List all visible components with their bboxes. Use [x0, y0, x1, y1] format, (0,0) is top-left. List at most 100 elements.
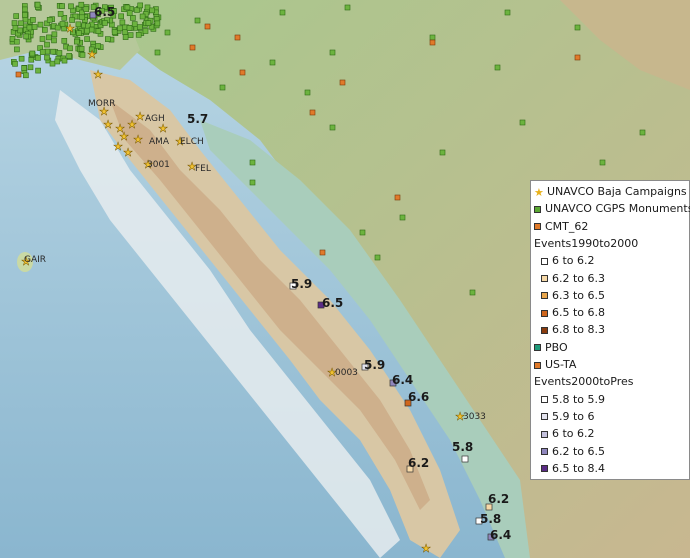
site-label: GAIR: [24, 255, 47, 265]
cgps-marker: [27, 64, 34, 71]
magnitude-label: 5.9: [364, 358, 386, 372]
site-label: 3001: [147, 160, 170, 170]
cgps-marker: [639, 129, 646, 136]
cgps-marker: [219, 84, 226, 91]
cgps-marker: [57, 11, 64, 17]
cgps-marker: [118, 13, 124, 20]
cgps-marker: [117, 25, 123, 32]
legend-label: CMT_62: [545, 219, 589, 233]
cgps-marker: [61, 37, 68, 44]
cgps-marker: [51, 37, 57, 44]
cgps-marker: [23, 33, 30, 40]
cgps-marker: [50, 48, 56, 55]
cgps-marker: [21, 12, 28, 18]
square-marker-icon: [541, 257, 548, 265]
cgps-marker: [145, 20, 152, 26]
cgps-marker: [22, 6, 28, 13]
square-marker-icon: [541, 292, 548, 300]
legend-item: 6 to 6.2: [541, 425, 595, 442]
us-ta-marker: [15, 71, 22, 78]
legend-item: 6.5 to 6.8: [541, 304, 605, 321]
cgps-marker: [46, 16, 53, 23]
cgps-marker: [11, 20, 18, 26]
legend-label: 5.8 to 5.9: [552, 392, 606, 406]
campaign-star-marker: ★: [103, 118, 113, 131]
legend-item: 6.2 to 6.5: [541, 443, 605, 460]
cgps-marker: [344, 4, 351, 11]
cgps-marker: [194, 17, 201, 24]
cgps-marker: [61, 57, 68, 64]
site-label: ELCH: [180, 137, 204, 147]
cgps-marker: [137, 24, 143, 30]
legend-label: 5.9 to 6: [552, 409, 595, 423]
cgps-marker: [12, 60, 18, 67]
legend-label: UNAVCO CGPS Monuments: [545, 202, 690, 216]
cgps-marker: [124, 4, 131, 11]
cgps-marker: [329, 124, 336, 131]
cgps-marker: [44, 41, 50, 48]
cgps-marker: [135, 31, 142, 38]
cgps-marker: [76, 30, 82, 37]
us-ta-marker: [189, 44, 196, 51]
cgps-marker: [78, 1, 85, 8]
cgps-marker: [131, 21, 138, 27]
cgps-marker: [30, 17, 36, 23]
square-marker-icon: [541, 275, 548, 282]
cgps-marker: [75, 21, 82, 28]
site-label: AGH: [145, 114, 165, 124]
cgps-marker: [54, 58, 61, 65]
cgps-marker: [249, 179, 256, 186]
square-marker-icon: [534, 205, 541, 213]
cgps-marker: [21, 65, 27, 71]
cgps-marker: [39, 36, 46, 42]
square-marker-icon: [541, 430, 548, 438]
cgps-marker: [88, 26, 95, 33]
site-label: MORR: [88, 99, 116, 109]
cgps-marker: [84, 27, 90, 34]
cgps-marker: [29, 50, 36, 57]
magnitude-label: 6.5: [322, 296, 344, 310]
map-view[interactable]: ★ ★ ★ ★ ★ ★ ★ ★ ★ ★ ★ ★ ★ ★ ★ ★ ★ ★ ★ ★ 6.5 5.7 5.9 6.5 5.9…: [0, 0, 690, 558]
cgps-marker: [304, 89, 311, 96]
cgps-marker: [37, 21, 44, 28]
legend-item: 6.5 to 8.4: [541, 460, 605, 477]
cgps-marker: [68, 3, 74, 10]
cgps-marker: [14, 46, 20, 53]
cgps-marker: [119, 19, 126, 26]
cgps-marker: [26, 24, 33, 31]
legend-item: Events2000toPres: [534, 373, 634, 390]
magnitude-label: 5.9: [291, 277, 313, 291]
legend-label: PBO: [545, 340, 568, 354]
cgps-marker: [66, 53, 72, 59]
cgps-marker: [78, 46, 85, 52]
cgps-marker: [31, 24, 38, 30]
magnitude-label: 6.2: [408, 456, 430, 470]
cgps-marker: [12, 24, 19, 31]
cgps-marker: [17, 27, 23, 34]
cgps-marker: [374, 254, 381, 261]
legend-label: Events2000toPres: [534, 375, 634, 389]
cgps-marker: [329, 49, 336, 56]
legend-label: 6.5 to 8.4: [552, 461, 606, 475]
legend-label: US-TA: [545, 358, 577, 371]
cgps-marker: [504, 9, 511, 16]
cgps-marker: [44, 48, 51, 55]
legend-item: 6 to 6.2: [541, 252, 595, 269]
us-ta-marker: [239, 69, 246, 76]
legend-label: 6.5 to 6.8: [552, 306, 606, 320]
cgps-marker: [599, 159, 606, 166]
us-ta-marker: [394, 194, 401, 201]
magnitude-label: 6.4: [392, 373, 414, 387]
cgps-marker: [164, 29, 171, 36]
cgps-marker: [429, 34, 436, 41]
cgps-marker: [249, 159, 256, 166]
square-marker-icon: [541, 448, 548, 455]
cgps-marker: [74, 38, 80, 45]
cgps-marker: [79, 14, 85, 21]
cgps-marker: [126, 25, 133, 31]
cgps-marker: [14, 38, 20, 45]
cgps-marker: [121, 24, 128, 31]
cgps-marker: [49, 60, 56, 67]
legend-label: UNAVCO Baja Campaigns: [547, 185, 687, 198]
cgps-marker: [84, 36, 90, 42]
